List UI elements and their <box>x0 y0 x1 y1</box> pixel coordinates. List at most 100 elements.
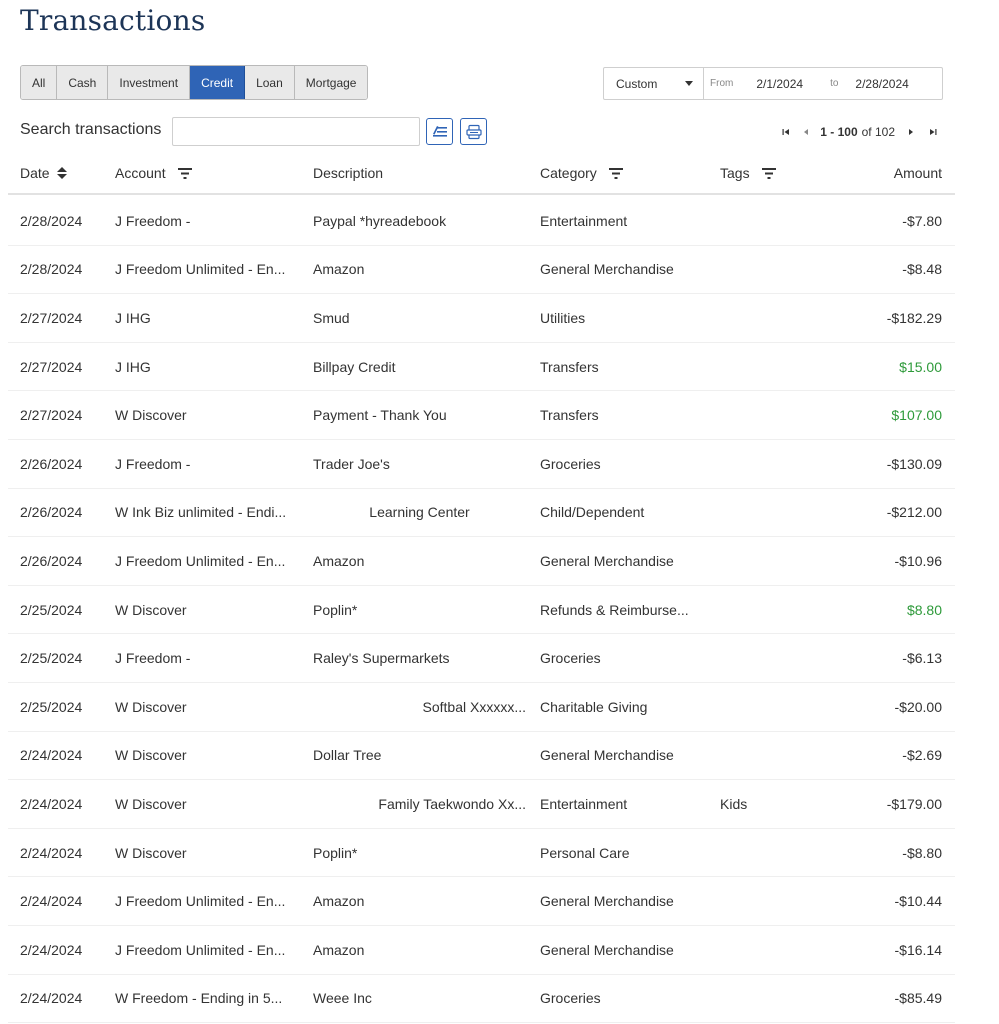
tab-credit[interactable]: Credit <box>190 66 246 99</box>
from-date-input[interactable]: 2/1/2024 <box>756 77 803 91</box>
row-category[interactable]: Refunds & Reimburse... <box>540 586 689 634</box>
tab-investment[interactable]: Investment <box>108 66 191 99</box>
row-category[interactable]: Groceries <box>540 975 601 1023</box>
tab-cash[interactable]: Cash <box>57 66 109 99</box>
row-category[interactable]: Groceries <box>540 440 601 488</box>
row-category[interactable]: Transfers <box>540 391 599 439</box>
row-category[interactable]: General Merchandise <box>540 246 674 294</box>
filter-icon[interactable] <box>761 167 776 179</box>
row-description: Poplin* <box>313 844 358 861</box>
row-category[interactable]: Groceries <box>540 634 601 682</box>
row-category[interactable]: General Merchandise <box>540 537 674 585</box>
row-category[interactable]: Charitable Giving <box>540 683 647 731</box>
edit-list-icon <box>432 125 447 137</box>
prev-page-button[interactable] <box>800 125 812 139</box>
table-row[interactable]: 2/27/2024 J IHG Smud Utilities -$182.29 <box>8 294 955 343</box>
from-label: From <box>710 78 734 89</box>
sort-icon <box>56 167 67 179</box>
table-row[interactable]: 2/26/2024 W Ink Biz unlimited - Endi... Le… <box>8 489 955 538</box>
filter-icon[interactable] <box>177 167 192 179</box>
table-row[interactable]: 2/28/2024 J Freedom - Paypal *hyreadebook E… <box>8 197 955 246</box>
row-category[interactable]: General Merchandise <box>540 926 674 974</box>
row-description: Trader Joe's <box>313 455 390 472</box>
table-row[interactable]: 2/24/2024 W Discover Dollar Tree General Me… <box>8 732 955 781</box>
row-description: Raley's Supermarkets <box>313 650 450 667</box>
row-description: Dollar Tree <box>313 747 382 764</box>
row-date: 2/25/2024 <box>20 698 83 715</box>
row-amount: -$10.96 <box>894 552 942 569</box>
export-csv-icon <box>465 124 482 139</box>
tab-all[interactable]: All <box>21 66 58 99</box>
row-account: W Discover <box>115 795 187 812</box>
row-category[interactable]: Personal Care <box>540 829 630 877</box>
row-category[interactable]: Child/Dependent <box>540 489 644 537</box>
row-category[interactable]: Entertainment <box>540 197 627 245</box>
table-row[interactable]: 2/25/2024 W Discover Poplin* Refunds & Reim… <box>8 586 955 635</box>
row-date: 2/24/2024 <box>20 844 83 861</box>
row-category[interactable]: Entertainment <box>540 780 627 828</box>
row-account: W Discover <box>115 407 187 424</box>
page-title: Transactions <box>20 4 206 37</box>
row-amount: -$85.49 <box>894 990 942 1007</box>
export-csv-button[interactable] <box>460 118 487 145</box>
row-account: J IHG <box>115 358 151 375</box>
table-row[interactable]: 2/24/2024 J Freedom Unlimited - En... Amaz… <box>8 926 955 975</box>
row-account: W Freedom - Ending in 5... <box>115 990 283 1007</box>
column-header-date[interactable]: Date <box>20 153 67 193</box>
date-preset-select[interactable]: Custom <box>604 68 704 99</box>
next-page-button[interactable] <box>905 125 917 139</box>
table-row[interactable]: 2/27/2024 J IHG Billpay Credit Transfers $15… <box>8 343 955 392</box>
row-category[interactable]: General Merchandise <box>540 877 674 925</box>
row-account: J Freedom Unlimited - En... <box>115 552 286 569</box>
search-input[interactable] <box>172 117 420 146</box>
column-header-amount[interactable]: Amount <box>894 153 942 193</box>
row-date: 2/26/2024 <box>20 504 83 521</box>
edit-transactions-button[interactable] <box>426 118 453 145</box>
row-description: Paypal *hyreadebook <box>313 212 447 229</box>
table-row[interactable]: 2/28/2024 J Freedom Unlimited - En... Amaz… <box>8 246 955 295</box>
page-range: 1 - 100 <box>820 125 858 139</box>
column-label-date: Date <box>20 165 50 181</box>
row-description: Amazon <box>313 941 365 958</box>
row-tags[interactable]: Kids <box>720 780 747 828</box>
table-row[interactable]: 2/27/2024 W Discover Payment - Thank You Tr… <box>8 391 955 440</box>
pagination: 1 - 100 of 102 <box>780 125 939 139</box>
row-date: 2/26/2024 <box>20 552 83 569</box>
row-amount: $15.00 <box>899 358 942 375</box>
row-date: 2/24/2024 <box>20 893 83 910</box>
column-header-description[interactable]: Description <box>313 153 383 193</box>
tab-mortgage[interactable]: Mortgage <box>294 66 368 99</box>
table-row[interactable]: 2/25/2024 J Freedom - Raley's Supermarkets… <box>8 634 955 683</box>
column-header-category[interactable]: Category <box>540 153 623 193</box>
first-page-button[interactable] <box>780 125 792 139</box>
row-category[interactable]: General Merchandise <box>540 732 674 780</box>
to-label: to <box>830 78 839 89</box>
transactions-table: 2/28/2024 J Freedom - Paypal *hyreadebook E… <box>8 197 955 1024</box>
row-account: J Freedom Unlimited - En... <box>115 941 286 958</box>
row-amount: $8.80 <box>906 601 942 618</box>
column-header-tags[interactable]: Tags <box>720 153 776 193</box>
table-row[interactable]: 2/24/2024 W Discover Poplin* Personal Care -… <box>8 829 955 878</box>
row-description: Payment - Thank You <box>313 407 447 424</box>
account-type-tabs: All Cash Investment Credit Loan Mortgage <box>20 65 369 100</box>
table-row[interactable]: 2/26/2024 J Freedom - Trader Joe's Grocerie… <box>8 440 955 489</box>
row-amount: $107.00 <box>891 407 942 424</box>
row-description: Smud <box>313 309 350 326</box>
table-row[interactable]: 2/25/2024 W Discover Softbal Xxxxxx... Char… <box>8 683 955 732</box>
row-description: Family Taekwondo Xx... <box>378 795 526 812</box>
row-category[interactable]: Utilities <box>540 294 585 342</box>
last-page-button[interactable] <box>927 125 939 139</box>
to-date-input[interactable]: 2/28/2024 <box>855 77 908 91</box>
table-row[interactable]: 2/26/2024 J Freedom Unlimited - En... Amaz… <box>8 537 955 586</box>
column-header-account[interactable]: Account <box>115 153 192 193</box>
filter-icon[interactable] <box>608 167 623 179</box>
table-row[interactable]: 2/24/2024 W Discover Family Taekwondo Xx..… <box>8 780 955 829</box>
total-count: of 102 <box>861 125 895 139</box>
row-category[interactable]: Transfers <box>540 343 599 391</box>
table-row[interactable]: 2/24/2024 W Freedom - Ending in 5... Weee … <box>8 975 955 1024</box>
table-row[interactable]: 2/24/2024 J Freedom Unlimited - En... Amaz… <box>8 877 955 926</box>
tab-loan[interactable]: Loan <box>245 66 295 99</box>
first-page-icon <box>782 129 790 135</box>
row-date: 2/27/2024 <box>20 309 83 326</box>
column-label-amount: Amount <box>893 165 942 181</box>
